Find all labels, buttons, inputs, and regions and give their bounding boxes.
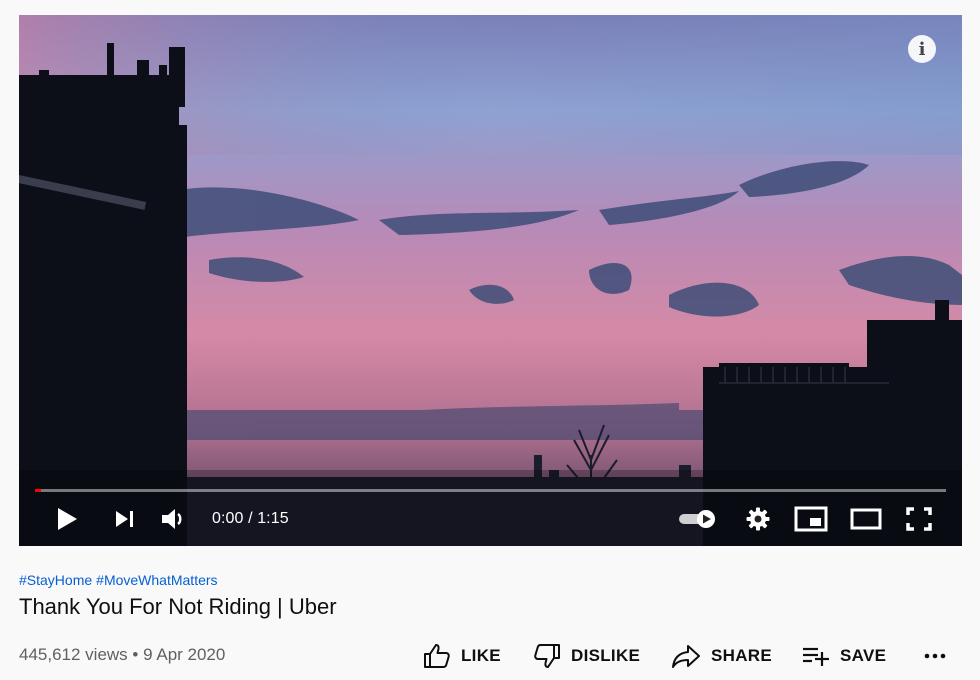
play-icon xyxy=(58,508,77,530)
video-stats: 445,612 views • 9 Apr 2020 xyxy=(19,645,225,665)
volume-button[interactable] xyxy=(159,501,189,537)
autoplay-toggle-icon xyxy=(679,510,715,528)
info-icon: i xyxy=(918,38,926,60)
settings-button[interactable] xyxy=(742,501,774,537)
share-icon xyxy=(672,645,700,668)
theater-mode-button[interactable] xyxy=(848,501,884,537)
share-button[interactable]: SHARE xyxy=(671,641,772,671)
miniplayer-button[interactable] xyxy=(793,501,829,537)
miniplayer-icon xyxy=(794,506,828,532)
volume-icon xyxy=(162,509,182,529)
upload-date: 9 Apr 2020 xyxy=(143,645,226,664)
video-title: Thank You For Not Riding | Uber xyxy=(19,594,337,619)
duration: 1:15 xyxy=(257,510,289,527)
share-label: SHARE xyxy=(711,646,773,665)
progress-bar[interactable] xyxy=(35,489,946,492)
autoplay-toggle[interactable] xyxy=(677,501,719,537)
dislike-label: DISLIKE xyxy=(571,646,641,665)
gear-icon xyxy=(746,507,770,531)
fullscreen-icon xyxy=(906,507,932,531)
play-button[interactable] xyxy=(52,501,82,537)
info-button[interactable]: i xyxy=(908,35,936,63)
save-label: SAVE xyxy=(840,646,887,665)
fullscreen-button[interactable] xyxy=(903,501,935,537)
video-player[interactable]: i 0:00 / 1:15 xyxy=(19,15,962,546)
thumbs-up-icon xyxy=(424,644,450,668)
hashtag-link[interactable]: #StayHome xyxy=(19,572,92,588)
player-controls: 0:00 / 1:15 xyxy=(19,501,962,537)
progress-fill xyxy=(35,489,42,492)
video-frame xyxy=(19,15,962,546)
video-meta: #StayHome #MoveWhatMatters Thank You For … xyxy=(19,572,961,620)
playlist-add-icon xyxy=(803,647,829,666)
theater-mode-icon xyxy=(850,508,882,530)
view-count: 445,612 views xyxy=(19,645,128,664)
hashtags: #StayHome #MoveWhatMatters xyxy=(19,572,961,588)
time-display: 0:00 / 1:15 xyxy=(212,510,289,528)
dislike-button[interactable]: DISLIKE xyxy=(533,641,640,671)
thumbs-down-icon xyxy=(534,644,560,668)
current-time: 0:00 xyxy=(212,510,244,527)
time-separator: / xyxy=(243,510,258,527)
next-icon xyxy=(116,511,133,527)
save-button[interactable]: SAVE xyxy=(802,641,886,671)
like-button[interactable]: LIKE xyxy=(423,641,501,671)
more-icon xyxy=(924,653,946,659)
like-label: LIKE xyxy=(461,646,501,665)
stats-separator: • xyxy=(132,645,139,664)
next-button[interactable] xyxy=(111,501,139,537)
hashtag-link[interactable]: #MoveWhatMatters xyxy=(96,572,217,588)
more-actions-button[interactable] xyxy=(923,641,947,671)
